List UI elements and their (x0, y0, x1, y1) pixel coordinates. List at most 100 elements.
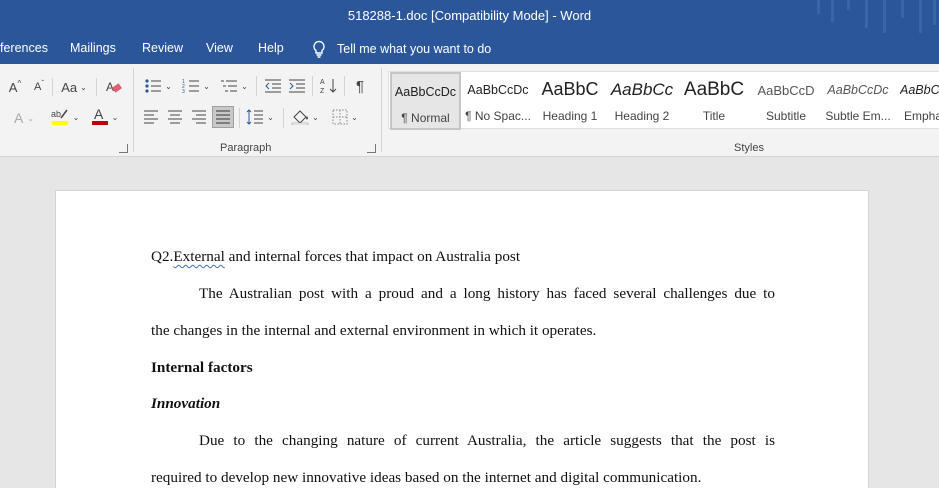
multilevel-list-button[interactable]: ⌄ (218, 76, 250, 96)
doc-paragraph-1[interactable]: The Australian post with a proud and a l… (151, 285, 775, 303)
tell-me-text: Tell me what you want to do (337, 42, 492, 56)
sort-icon: AZ (320, 79, 337, 95)
shrink-font-icon: A (33, 81, 42, 93)
tell-me-search[interactable]: Tell me what you want to do (311, 39, 491, 59)
svg-text:A: A (94, 106, 104, 122)
numbering-icon: 123 (182, 79, 200, 94)
shading-button[interactable]: ⌄ (288, 107, 322, 127)
style-sample: AaBbC (683, 79, 745, 100)
lightbulb-icon (313, 40, 325, 58)
align-right-icon (192, 110, 206, 124)
decrease-indent-icon (265, 79, 281, 93)
justify-icon (216, 110, 230, 124)
styles-gallery: AaBbCcDc ¶ Normal AaBbCcDc ¶ No Spac... … (388, 71, 939, 130)
style-sample: AaBbCcDc (394, 85, 457, 99)
doc-paragraph-2-line-2[interactable]: required to develop new innovative ideas… (151, 469, 701, 487)
pilcrow-icon: ¶ (355, 77, 365, 95)
multilevel-list-icon (221, 80, 238, 92)
style-heading-2[interactable]: AaBbCc Heading 2 (606, 72, 678, 130)
style-sample: AaBbCcDc (827, 83, 889, 97)
align-left-icon (144, 110, 158, 124)
sort-button[interactable]: AZ (318, 76, 340, 96)
tab-references[interactable]: ferences (0, 41, 48, 55)
justify-button[interactable] (212, 106, 234, 128)
style-name: Subtle Em... (825, 109, 891, 123)
style-name: Title (702, 109, 726, 123)
style-normal[interactable]: AaBbCcDc ¶ Normal (390, 72, 461, 130)
change-case-button[interactable]: Aa ⌄ (58, 78, 90, 96)
doc-heading-internal-factors[interactable]: Internal factors (151, 359, 253, 377)
highlight-button[interactable]: ab ⌄ (46, 106, 82, 128)
style-sample: AaBbCc (610, 80, 674, 99)
align-center-icon (168, 110, 182, 124)
style-name: Heading 2 (614, 109, 670, 123)
style-name: Empha (904, 109, 939, 123)
clear-formatting-button[interactable]: A (104, 78, 124, 96)
text-effects-icon: A (13, 110, 24, 126)
style-name: Subtitle (765, 109, 807, 123)
change-case-icon: Aa (61, 79, 78, 95)
svg-text:ab: ab (51, 109, 61, 119)
decrease-indent-button[interactable] (262, 76, 284, 96)
tab-mailings[interactable]: Mailings (70, 41, 116, 55)
font-color-icon: A (91, 106, 108, 125)
doc-heading-innovation[interactable]: Innovation (151, 395, 220, 413)
increase-indent-button[interactable] (286, 76, 308, 96)
style-sample: AaBbC (541, 79, 599, 99)
style-sample: AaBbCc (900, 83, 939, 97)
text-effects-button[interactable]: A ⌄ (10, 108, 38, 128)
paragraph-line: the changes in the internal and external… (151, 322, 597, 339)
style-subtitle[interactable]: AaBbCcD Subtitle (750, 72, 822, 130)
style-subtle-emphasis[interactable]: AaBbCcDc Subtle Em... (822, 72, 894, 130)
svg-text:A: A (106, 80, 114, 94)
document-page[interactable]: Q2.External and internal forces that imp… (55, 190, 869, 488)
grow-font-icon: A (8, 79, 18, 95)
svg-text:3: 3 (182, 89, 185, 94)
font-color-button[interactable]: A ⌄ (86, 106, 122, 128)
grow-font-button[interactable]: A ^ (6, 78, 24, 96)
spelling-flagged-word[interactable]: External (173, 248, 224, 265)
window-title: 518288-1.doc [Compatibility Mode] - Word (347, 8, 592, 23)
borders-button[interactable]: ⌄ (328, 107, 362, 127)
doc-paragraph-2[interactable]: Due to the changing nature of current Au… (151, 432, 775, 450)
align-left-button[interactable] (141, 107, 161, 127)
tab-view[interactable]: View (206, 41, 233, 55)
style-no-spacing[interactable]: AaBbCcDc ¶ No Spac... (462, 72, 534, 130)
paragraph-dialog-launcher[interactable] (367, 144, 376, 153)
numbering-button[interactable]: 123 ⌄ (180, 76, 212, 96)
style-name: ¶ Normal (401, 111, 450, 125)
style-heading-1[interactable]: AaBbC Heading 1 (534, 72, 606, 130)
shrink-font-button[interactable]: Aˇ (30, 78, 48, 96)
line-spacing-button[interactable]: ⌄ (244, 107, 276, 127)
doc-heading-q2[interactable]: Q2.External and internal forces that imp… (151, 248, 520, 266)
styles-group-label: Styles (734, 142, 764, 154)
svg-text:A: A (320, 79, 325, 86)
heading-rest: and internal forces that impact on Austr… (224, 248, 521, 265)
document-canvas[interactable]: Q2.External and internal forces that imp… (0, 157, 939, 488)
line-spacing-icon (246, 109, 264, 125)
show-formatting-marks-button[interactable]: ¶ (350, 76, 370, 96)
ribbon: A ^ Aˇ Aa ⌄ A A ⌄ ab ⌄ A ⌄ ⌄ 1 2 3 ⌄ ⌄ A… (0, 64, 939, 157)
tab-review[interactable]: Review (142, 41, 183, 55)
highlighter-icon: ab (51, 109, 68, 125)
style-sample: AaBbCcDc (467, 83, 529, 97)
doc-paragraph-1-line-2[interactable]: the changes in the internal and external… (151, 322, 596, 340)
ribbon-tabs: ferences Mailings Review View Help Tell … (0, 33, 939, 64)
bullets-icon (145, 79, 162, 93)
tab-help[interactable]: Help (258, 41, 284, 55)
paragraph-group-label: Paragraph (220, 142, 272, 154)
align-center-button[interactable] (165, 107, 185, 127)
title-bar-pattern (809, 0, 939, 33)
eraser-icon: A (106, 80, 122, 94)
bullets-button[interactable]: ⌄ (142, 76, 174, 96)
style-sample: AaBbCcD (757, 83, 815, 98)
style-name: ¶ No Spac... (465, 109, 531, 123)
borders-icon (332, 109, 348, 125)
style-title[interactable]: AaBbC Title (678, 72, 750, 130)
font-dialog-launcher[interactable] (119, 144, 128, 153)
align-right-button[interactable] (189, 107, 209, 127)
heading-prefix: Q2. (151, 248, 174, 265)
style-emphasis[interactable]: AaBbCc Empha (894, 72, 939, 130)
paragraph-line: The Australian post with a proud and a l… (199, 285, 775, 302)
svg-text:Z: Z (320, 88, 325, 95)
